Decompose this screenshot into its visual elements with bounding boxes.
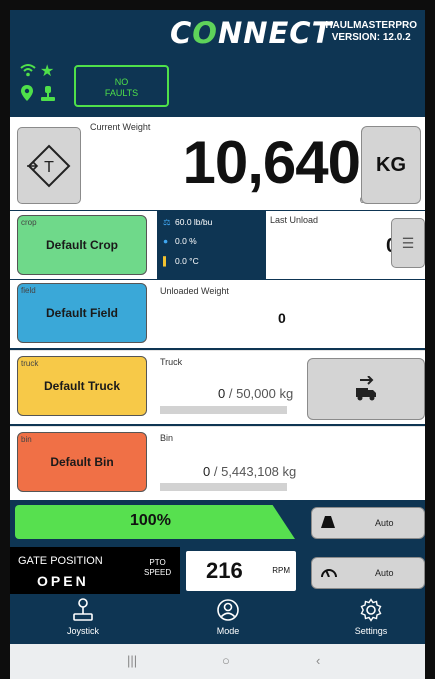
weight-auto-label: Auto bbox=[375, 518, 394, 528]
svg-text:T: T bbox=[44, 159, 54, 176]
truck-current-load: 0 bbox=[218, 386, 226, 401]
tare-button[interactable]: T bbox=[17, 127, 81, 204]
crop-density: 60.0 lb/bu bbox=[175, 217, 213, 227]
speed-auto-button[interactable]: Auto bbox=[311, 557, 425, 589]
pto-rpm-unit: RPM bbox=[272, 566, 290, 575]
connect-logo: CONNECT bbox=[170, 16, 333, 50]
bin-name: Default Bin bbox=[50, 455, 114, 469]
unload-history-button[interactable]: ☰ bbox=[391, 218, 425, 268]
nav-settings[interactable]: Settings bbox=[331, 598, 411, 636]
bin-current-load: 0 bbox=[203, 464, 211, 479]
gate-percent: 100% bbox=[130, 512, 171, 529]
bin-load-bar bbox=[160, 483, 287, 491]
nav-joystick[interactable]: Joystick bbox=[43, 598, 123, 636]
gate-position-value: OPEN bbox=[37, 573, 89, 589]
status-row: ★ NO FAULTS bbox=[10, 55, 425, 115]
crop-label: crop bbox=[21, 218, 37, 227]
last-unload-label: Last Unload bbox=[270, 215, 319, 225]
last-unload-panel: Last Unload 0 ☰ bbox=[266, 211, 425, 279]
bottom-nav: Joystick Mode Settings bbox=[10, 594, 425, 644]
tare-icon: T bbox=[27, 144, 71, 187]
truck-unload-icon bbox=[356, 376, 376, 401]
pto-rpm-value: 216 bbox=[206, 558, 243, 583]
nav-mode[interactable]: Mode bbox=[188, 598, 268, 636]
pto-rpm-display: 216 RPM bbox=[186, 551, 296, 591]
bin-button[interactable]: bin Default Bin bbox=[17, 432, 147, 492]
weight-auto-button[interactable]: Auto bbox=[311, 507, 425, 539]
app-screen: CONNECT HAULMASTERPRO VERSION: 12.0.2 ★ … bbox=[10, 10, 425, 679]
crop-moisture: 0.0 % bbox=[175, 236, 197, 246]
list-icon: ☰ bbox=[401, 234, 415, 251]
operator-icon bbox=[41, 85, 55, 106]
gate-status-area: 100% GATE POSITION OPEN PTO SPEED 216 RP… bbox=[10, 501, 425, 594]
weight-icon bbox=[321, 516, 335, 531]
truck-name: Default Truck bbox=[43, 379, 121, 393]
current-weight-label: Current Weight bbox=[90, 122, 151, 132]
bin-capacity: / 5,443,108 bbox=[213, 464, 279, 479]
fault-status-line1: NO bbox=[114, 77, 129, 87]
gate-position-label: GATE POSITION bbox=[18, 555, 103, 567]
app-name: HAULMASTERPRO bbox=[325, 20, 417, 31]
home-icon[interactable]: ○ bbox=[222, 653, 230, 668]
star-icon: ★ bbox=[40, 63, 55, 80]
gauge-icon bbox=[321, 566, 337, 580]
crop-cell: crop Default Crop bbox=[10, 211, 157, 279]
pto-label-line1: PTO bbox=[149, 558, 166, 567]
gear-icon bbox=[331, 598, 411, 626]
bin-load-text: 0 / 5,443,108 kg bbox=[203, 464, 296, 479]
bin-unit: kg bbox=[282, 464, 297, 479]
fault-status-line2: FAULTS bbox=[104, 88, 139, 98]
unloaded-weight-value: 0 bbox=[278, 310, 286, 326]
crop-button[interactable]: crop Default Crop bbox=[17, 215, 147, 275]
nav-joystick-label: Joystick bbox=[66, 626, 99, 636]
current-weight-value: 10,640 bbox=[182, 129, 361, 196]
crop-properties: ⚖ 60.0 lb/bu ● 0.0 % ▌ 0.0 °C bbox=[157, 211, 265, 279]
pto-speed-label: PTO SPEED bbox=[144, 558, 171, 578]
moisture-drop-icon: ● bbox=[163, 236, 169, 246]
field-label: field bbox=[21, 286, 36, 295]
crop-name: Default Crop bbox=[46, 238, 118, 252]
pto-label-line2: SPEED bbox=[144, 568, 172, 577]
scale-icon: ⚖ bbox=[163, 217, 171, 227]
recent-apps-icon[interactable]: ||| bbox=[127, 653, 137, 668]
version-info: HAULMASTERPRO VERSION: 12.0.2 bbox=[325, 20, 417, 44]
app-header: CONNECT HAULMASTERPRO VERSION: 12.0.2 bbox=[10, 10, 425, 55]
location-pin-icon bbox=[21, 85, 33, 106]
speed-auto-label: Auto bbox=[375, 568, 394, 578]
bin-row: bin Default Bin Bin 0 / 5,443,108 kg bbox=[10, 426, 425, 500]
unit-button[interactable]: KG bbox=[361, 126, 421, 204]
back-icon[interactable]: ‹ bbox=[316, 653, 320, 668]
status-icons: ★ bbox=[20, 63, 60, 107]
thermometer-icon: ▌ bbox=[163, 256, 170, 266]
truck-row: truck Default Truck Truck 0 / 50,000 kg bbox=[10, 350, 425, 424]
field-button[interactable]: field Default Field bbox=[17, 283, 147, 343]
truck-load-bar bbox=[160, 406, 287, 414]
truck-capacity: / 50,000 bbox=[228, 386, 276, 401]
truck-label: truck bbox=[21, 359, 39, 368]
android-nav-bar: ||| ○ ‹ bbox=[10, 644, 425, 679]
truck-load-text: 0 / 50,000 kg bbox=[218, 386, 293, 401]
field-name: Default Field bbox=[45, 306, 118, 320]
unloaded-weight-label: Unloaded Weight bbox=[160, 286, 229, 296]
truck-unload-button[interactable] bbox=[307, 358, 425, 420]
nav-settings-label: Settings bbox=[354, 626, 388, 636]
field-row: field Default Field Unloaded Weight 0 bbox=[10, 280, 425, 348]
current-weight-panel: T Current Weight 10,640 0 KG bbox=[10, 117, 425, 210]
wifi-icon bbox=[20, 63, 36, 82]
truck-button[interactable]: truck Default Truck bbox=[17, 356, 147, 416]
truck-title: Truck bbox=[160, 357, 183, 367]
nav-mode-label: Mode bbox=[216, 626, 240, 636]
joystick-icon bbox=[43, 598, 123, 626]
crop-temperature: 0.0 °C bbox=[175, 256, 199, 266]
fault-status-button[interactable]: NO FAULTS bbox=[74, 65, 169, 107]
bin-title: Bin bbox=[160, 433, 174, 443]
mode-icon bbox=[188, 598, 268, 626]
truck-unit: kg bbox=[279, 386, 294, 401]
version-label: VERSION: 12.0.2 bbox=[331, 32, 411, 43]
bin-label: bin bbox=[21, 435, 32, 444]
crop-row: crop Default Crop ⚖ 60.0 lb/bu ● 0.0 % ▌ 0.… bbox=[10, 211, 425, 279]
